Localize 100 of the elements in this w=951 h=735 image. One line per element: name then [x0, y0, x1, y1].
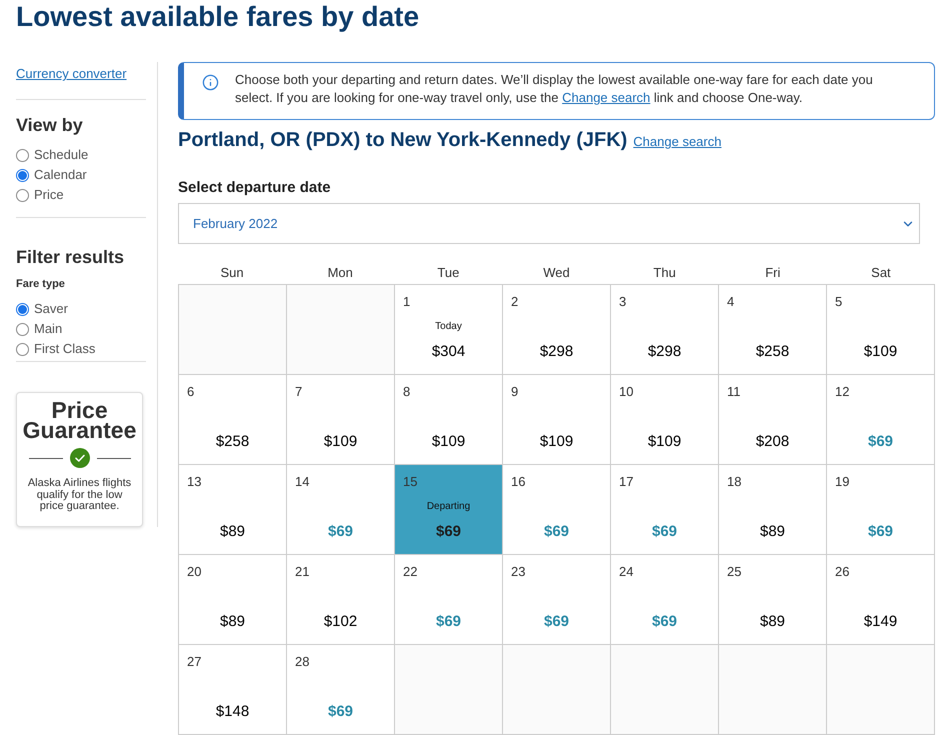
- day-cell[interactable]: 3 $298: [611, 285, 719, 375]
- route-heading: Portland, OR (PDX) to New York-Kennedy (JFK): [178, 128, 628, 152]
- fare-price: $69: [328, 523, 354, 541]
- day-cell[interactable]: 1 Today $304: [395, 285, 503, 375]
- day-number: 17: [619, 474, 634, 490]
- day-cell[interactable]: 16 $69: [503, 465, 611, 555]
- fare-price: $69: [544, 613, 570, 631]
- radio-button[interactable]: [16, 148, 29, 162]
- day-cell[interactable]: 14 $69: [287, 465, 395, 555]
- info-icon: [202, 74, 219, 91]
- fare-price: $89: [220, 613, 246, 631]
- day-cell[interactable]: 19 $69: [827, 465, 935, 555]
- change-search-link[interactable]: Change search: [633, 134, 722, 150]
- weekday-label: Fri: [765, 265, 780, 281]
- day-number: 28: [295, 654, 310, 670]
- day-cell[interactable]: 22 $69: [395, 555, 503, 645]
- radio-button[interactable]: [16, 342, 29, 356]
- radio-button[interactable]: [16, 302, 29, 316]
- fare-price: $109: [648, 433, 682, 451]
- day-number: 19: [835, 474, 850, 490]
- day-number: 12: [835, 384, 850, 400]
- radio-label[interactable]: Price: [34, 187, 64, 203]
- weekday-label: Thu: [653, 265, 676, 281]
- day-cell[interactable]: 12 $69: [827, 375, 935, 465]
- day-cell[interactable]: 7 $109: [287, 375, 395, 465]
- day-number: 3: [619, 294, 626, 310]
- day-cell[interactable]: 17 $69: [611, 465, 719, 555]
- fare-price: $109: [864, 343, 898, 361]
- fare-price: $208: [756, 433, 790, 451]
- day-cell[interactable]: 23 $69: [503, 555, 611, 645]
- day-number: 5: [835, 294, 842, 310]
- radio-button[interactable]: [16, 168, 29, 182]
- change-search-link[interactable]: Change search: [562, 90, 650, 105]
- day-number: 15: [403, 474, 418, 490]
- fare-price: $109: [540, 433, 574, 451]
- filter-results-heading: Filter results: [16, 246, 126, 268]
- day-cell[interactable]: 25 $89: [719, 555, 827, 645]
- view-by-heading: View by: [16, 114, 84, 136]
- day-number: 21: [295, 564, 310, 580]
- departure-date-label: Select departure date: [178, 179, 331, 197]
- radio-label[interactable]: Calendar: [34, 167, 87, 183]
- day-cell[interactable]: 27 $148: [179, 645, 287, 735]
- day-number: 2: [511, 294, 518, 310]
- radio-label[interactable]: Schedule: [34, 147, 88, 163]
- page-title: Lowest available fares by date: [16, 0, 420, 34]
- weekday-label: Mon: [328, 265, 353, 281]
- day-cell[interactable]: 4 $258: [719, 285, 827, 375]
- fare-price: $149: [864, 613, 898, 631]
- radio-button[interactable]: [16, 188, 29, 202]
- weekday-label: Tue: [437, 265, 460, 281]
- radio-label[interactable]: Saver: [34, 301, 68, 317]
- day-cell[interactable]: 21 $102: [287, 555, 395, 645]
- fare-price: $89: [760, 613, 786, 631]
- day-cell[interactable]: 11 $208: [719, 375, 827, 465]
- month-select[interactable]: February 2022: [178, 203, 920, 244]
- day-number: 11: [727, 384, 740, 400]
- day-note: Today: [435, 321, 462, 333]
- check-icon: [70, 448, 90, 468]
- day-number: 13: [187, 474, 202, 490]
- currency-converter-link[interactable]: Currency converter: [16, 66, 127, 81]
- fare-price: $69: [868, 523, 894, 541]
- day-number: 25: [727, 564, 742, 580]
- day-cell[interactable]: 24 $69: [611, 555, 719, 645]
- day-cell[interactable]: 15 Departing $69: [395, 465, 503, 555]
- day-number: 7: [295, 384, 302, 400]
- day-cell[interactable]: 6 $258: [179, 375, 287, 465]
- day-cell[interactable]: 28 $69: [287, 645, 395, 735]
- day-number: 26: [835, 564, 850, 580]
- day-number: 8: [403, 384, 410, 400]
- price-guarantee-title: Price Guarantee: [22, 400, 136, 440]
- fare-price: $69: [436, 523, 462, 541]
- radio-button[interactable]: [16, 322, 29, 336]
- fare-price: $298: [540, 343, 574, 361]
- radio-label[interactable]: First Class: [34, 341, 96, 357]
- day-cell[interactable]: 20 $89: [179, 555, 287, 645]
- day-cell[interactable]: 8 $109: [395, 375, 503, 465]
- fare-price: $148: [216, 703, 250, 721]
- day-number: 10: [619, 384, 634, 400]
- day-number: 4: [727, 294, 734, 310]
- fare-price: $69: [328, 703, 354, 721]
- day-cell[interactable]: 13 $89: [179, 465, 287, 555]
- fare-price: $89: [760, 523, 786, 541]
- fare-price: $69: [652, 613, 678, 631]
- fare-price: $69: [652, 523, 678, 541]
- day-cell[interactable]: 26 $149: [827, 555, 935, 645]
- day-number: 27: [187, 654, 202, 670]
- day-cell[interactable]: 10 $109: [611, 375, 719, 465]
- fare-price: $258: [756, 343, 790, 361]
- fare-price: $69: [436, 613, 462, 631]
- day-cell[interactable]: 2 $298: [503, 285, 611, 375]
- weekday-label: Wed: [543, 265, 570, 281]
- day-number: 6: [187, 384, 194, 400]
- price-guarantee-text: Alaska Airlines flights qualify for the low price guarantee.: [26, 478, 132, 512]
- day-cell[interactable]: 9 $109: [503, 375, 611, 465]
- day-cell[interactable]: 5 $109: [827, 285, 935, 375]
- day-cell[interactable]: 18 $89: [719, 465, 827, 555]
- fare-price: $109: [432, 433, 466, 451]
- day-number: 20: [187, 564, 202, 580]
- radio-label[interactable]: Main: [34, 321, 62, 337]
- day-number: 1: [403, 294, 410, 310]
